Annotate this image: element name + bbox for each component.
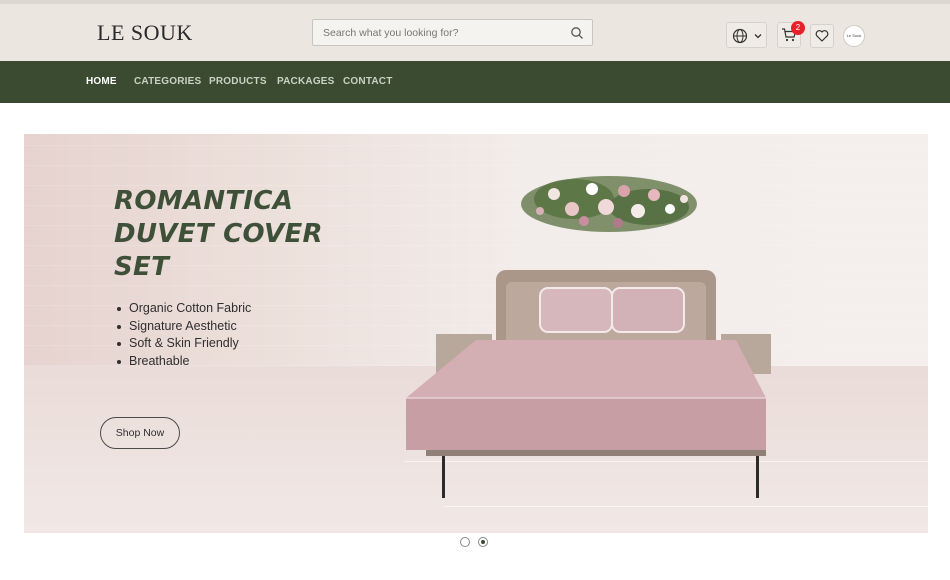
bed-image (406, 270, 771, 498)
wishlist-button[interactable] (810, 24, 834, 48)
search-box (312, 19, 593, 46)
logo[interactable]: LE SOUK (97, 20, 193, 46)
globe-icon (732, 28, 748, 44)
cart-count-badge: 2 (791, 21, 805, 35)
hero-title-line: ROMANTICA (114, 186, 294, 216)
feature-list: Organic Cotton Fabric Signature Aestheti… (117, 300, 251, 370)
shop-now-button[interactable]: Shop Now (100, 417, 180, 449)
page: LE SOUK 2 (0, 0, 950, 580)
feature-item: Soft & Skin Friendly (117, 335, 251, 353)
chevron-down-icon (754, 34, 762, 39)
feature-item: Breathable (117, 353, 251, 371)
carousel-dot-2[interactable] (478, 537, 488, 547)
language-selector[interactable] (726, 22, 767, 48)
top-header: LE SOUK 2 (0, 0, 950, 61)
search-input[interactable] (313, 20, 563, 45)
search-icon[interactable] (570, 26, 584, 40)
hero-banner: ROMANTICA DUVET COVER SET Organic Cotton… (24, 134, 928, 533)
nav-item-products[interactable]: PRODUCTS (209, 76, 267, 87)
flower-arrangement-image (521, 176, 697, 232)
nav-item-contact[interactable]: CONTACT (343, 76, 393, 87)
nav-item-packages[interactable]: PACKAGES (277, 76, 335, 87)
feature-item: Organic Cotton Fabric (117, 300, 251, 318)
hero-title-line: SET (114, 252, 170, 282)
carousel-dot-1[interactable] (460, 537, 470, 547)
hero-title: ROMANTICA DUVET COVER SET (114, 185, 384, 284)
nav-item-categories[interactable]: CATEGORIES (134, 76, 201, 87)
user-avatar[interactable]: Le Souk (843, 25, 865, 47)
feature-item: Signature Aesthetic (117, 318, 251, 336)
main-nav: HOME CATEGORIES PRODUCTS PACKAGES CONTAC… (0, 61, 950, 103)
nav-item-home[interactable]: HOME (86, 76, 117, 87)
heart-icon (815, 30, 829, 42)
hero-title-line: DUVET COVER (114, 219, 323, 249)
